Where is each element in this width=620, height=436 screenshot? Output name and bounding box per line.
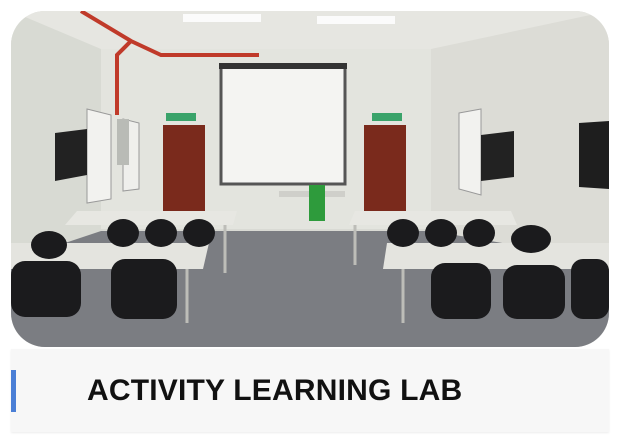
room-card[interactable]: ACTIVITY LEARNING LAB — [0, 0, 620, 436]
card-caption: ACTIVITY LEARNING LAB — [11, 349, 609, 432]
classroom-photo — [11, 11, 609, 347]
card-title[interactable]: ACTIVITY LEARNING LAB — [87, 373, 462, 409]
accent-bar — [11, 370, 16, 412]
